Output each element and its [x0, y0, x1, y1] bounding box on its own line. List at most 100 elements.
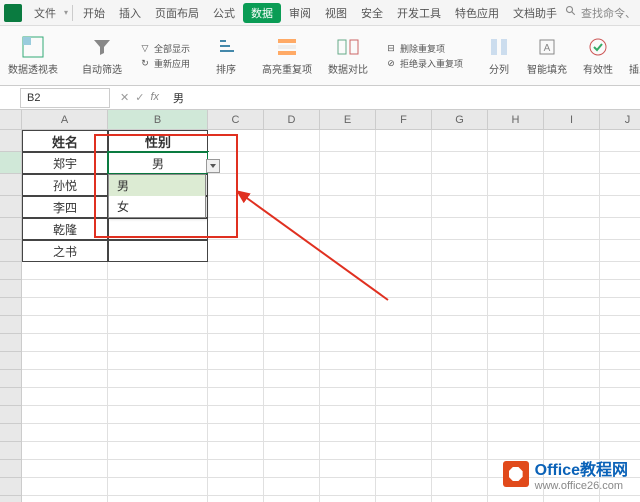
cell-H2[interactable] — [488, 152, 544, 174]
cell-H20[interactable] — [488, 496, 544, 502]
cell-D19[interactable] — [264, 478, 320, 496]
tab-developer[interactable]: 开发工具 — [391, 3, 447, 23]
cell-I13[interactable] — [544, 370, 600, 388]
cell-I12[interactable] — [544, 352, 600, 370]
cell-F17[interactable] — [376, 442, 432, 460]
cell-H16[interactable] — [488, 424, 544, 442]
cell-A2[interactable]: 郑宇 — [22, 152, 108, 174]
cell-A3[interactable]: 孙悦 — [22, 174, 108, 196]
cell-F13[interactable] — [376, 370, 432, 388]
formula-input[interactable]: 男 — [169, 90, 640, 106]
cell-E11[interactable] — [320, 334, 376, 352]
cell-G1[interactable] — [432, 130, 488, 152]
tab-formula[interactable]: 公式 — [207, 3, 241, 23]
cell-J10[interactable] — [600, 316, 640, 334]
name-box[interactable]: B2 — [20, 88, 110, 108]
cell-C9[interactable] — [208, 298, 264, 316]
cell-G7[interactable] — [432, 262, 488, 280]
cell-C5[interactable] — [208, 218, 264, 240]
cell-D5[interactable] — [264, 218, 320, 240]
row-header-16[interactable] — [0, 424, 22, 442]
ribbon-pivot[interactable]: 数据透视表 — [4, 35, 62, 76]
row-header-14[interactable] — [0, 388, 22, 406]
col-header-A[interactable]: A — [22, 110, 108, 130]
cell-H1[interactable] — [488, 130, 544, 152]
cell-D4[interactable] — [264, 196, 320, 218]
cell-H12[interactable] — [488, 352, 544, 370]
cell-F8[interactable] — [376, 280, 432, 298]
cell-B20[interactable] — [108, 496, 208, 502]
row-header-6[interactable] — [0, 240, 22, 262]
cell-D1[interactable] — [264, 130, 320, 152]
ribbon-smart-fill[interactable]: A 智能填充 — [523, 35, 571, 76]
cell-I4[interactable] — [544, 196, 600, 218]
cell-I5[interactable] — [544, 218, 600, 240]
cell-C6[interactable] — [208, 240, 264, 262]
cell-A14[interactable] — [22, 388, 108, 406]
cell-D14[interactable] — [264, 388, 320, 406]
cell-H6[interactable] — [488, 240, 544, 262]
cell-G10[interactable] — [432, 316, 488, 334]
cell-G2[interactable] — [432, 152, 488, 174]
cell-J5[interactable] — [600, 218, 640, 240]
fx-icon[interactable]: fx — [150, 91, 159, 104]
cell-D7[interactable] — [264, 262, 320, 280]
cell-F4[interactable] — [376, 196, 432, 218]
cell-J6[interactable] — [600, 240, 640, 262]
cell-E16[interactable] — [320, 424, 376, 442]
cell-B5[interactable] — [108, 218, 208, 240]
cell-G6[interactable] — [432, 240, 488, 262]
cell-F10[interactable] — [376, 316, 432, 334]
cell-H7[interactable] — [488, 262, 544, 280]
cell-D20[interactable] — [264, 496, 320, 502]
cell-G19[interactable] — [432, 478, 488, 496]
row-header-8[interactable] — [0, 280, 22, 298]
cell-B14[interactable] — [108, 388, 208, 406]
cell-G18[interactable] — [432, 460, 488, 478]
cell-E4[interactable] — [320, 196, 376, 218]
cell-C7[interactable] — [208, 262, 264, 280]
cell-C15[interactable] — [208, 406, 264, 424]
cell-A20[interactable] — [22, 496, 108, 502]
cell-D13[interactable] — [264, 370, 320, 388]
row-header-18[interactable] — [0, 460, 22, 478]
cell-H13[interactable] — [488, 370, 544, 388]
cell-J15[interactable] — [600, 406, 640, 424]
row-header-5[interactable] — [0, 218, 22, 240]
cell-I1[interactable] — [544, 130, 600, 152]
cell-B6[interactable] — [108, 240, 208, 262]
col-header-D[interactable]: D — [264, 110, 320, 130]
tab-home[interactable]: 开始 — [77, 3, 111, 23]
ribbon-show-all[interactable]: ▽全部显示 — [138, 41, 190, 55]
cell-E14[interactable] — [320, 388, 376, 406]
cell-A7[interactable] — [22, 262, 108, 280]
cell-A12[interactable] — [22, 352, 108, 370]
cell-B13[interactable] — [108, 370, 208, 388]
col-header-F[interactable]: F — [376, 110, 432, 130]
ribbon-reapply[interactable]: ↻重新应用 — [138, 56, 190, 70]
cell-I2[interactable] — [544, 152, 600, 174]
cell-H15[interactable] — [488, 406, 544, 424]
cell-F19[interactable] — [376, 478, 432, 496]
cell-G11[interactable] — [432, 334, 488, 352]
cell-E1[interactable] — [320, 130, 376, 152]
tab-data[interactable]: 数据 — [243, 3, 281, 23]
row-header-20[interactable] — [0, 496, 22, 502]
cell-J4[interactable] — [600, 196, 640, 218]
cell-C19[interactable] — [208, 478, 264, 496]
cell-G20[interactable] — [432, 496, 488, 502]
cell-B10[interactable] — [108, 316, 208, 334]
cell-D9[interactable] — [264, 298, 320, 316]
cell-I10[interactable] — [544, 316, 600, 334]
cell-C12[interactable] — [208, 352, 264, 370]
cell-H9[interactable] — [488, 298, 544, 316]
cell-D17[interactable] — [264, 442, 320, 460]
cell-J20[interactable] — [600, 496, 640, 502]
search-icon[interactable] — [565, 5, 577, 20]
cell-C13[interactable] — [208, 370, 264, 388]
cell-A5[interactable]: 乾隆 — [22, 218, 108, 240]
col-header-I[interactable]: I — [544, 110, 600, 130]
cell-J9[interactable] — [600, 298, 640, 316]
col-header-G[interactable]: G — [432, 110, 488, 130]
cell-C10[interactable] — [208, 316, 264, 334]
